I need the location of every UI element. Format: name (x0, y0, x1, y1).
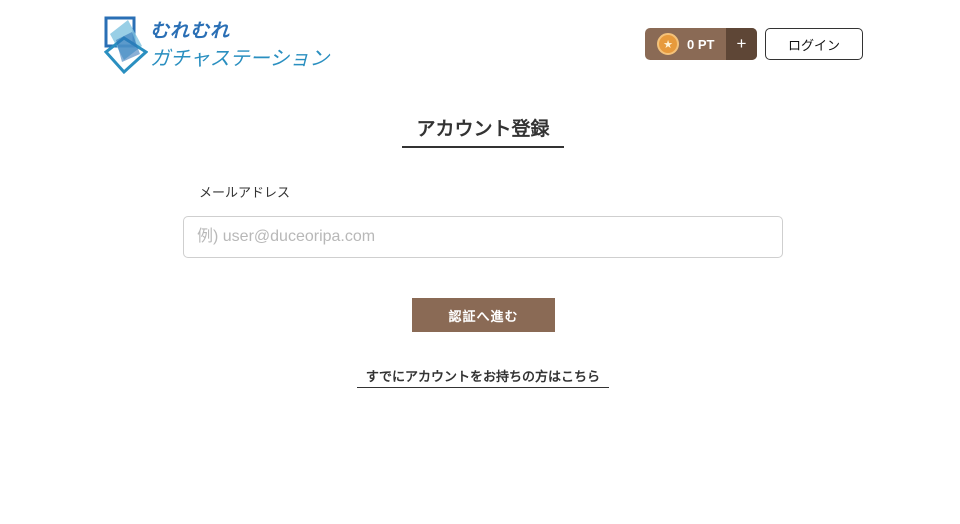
add-points-button[interactable]: + (726, 28, 757, 60)
email-label: メールアドレス (199, 186, 291, 201)
proceed-to-verification-button[interactable]: 認証へ進む (412, 298, 555, 332)
logo-text-line1: むれむれ (150, 20, 231, 42)
existing-account-link[interactable]: すでにアカウントをお持ちの方はこちら (357, 366, 609, 388)
site-logo[interactable]: むれむれ ガチャステーション (104, 16, 329, 74)
points-display[interactable]: ★ 0 PT (645, 28, 726, 60)
email-field[interactable] (183, 216, 783, 258)
logo-text-line2: ガチャステーション (150, 46, 330, 70)
site-header: むれむれ ガチャステーション ★ 0 PT + ログイン (0, 0, 960, 90)
points-widget: ★ 0 PT + (645, 28, 757, 60)
login-button[interactable]: ログイン (765, 28, 863, 60)
page-title: アカウント登録 (402, 114, 564, 148)
coin-icon: ★ (657, 33, 679, 55)
points-value: 0 PT (687, 36, 715, 52)
logo-mark-icon (104, 16, 148, 74)
